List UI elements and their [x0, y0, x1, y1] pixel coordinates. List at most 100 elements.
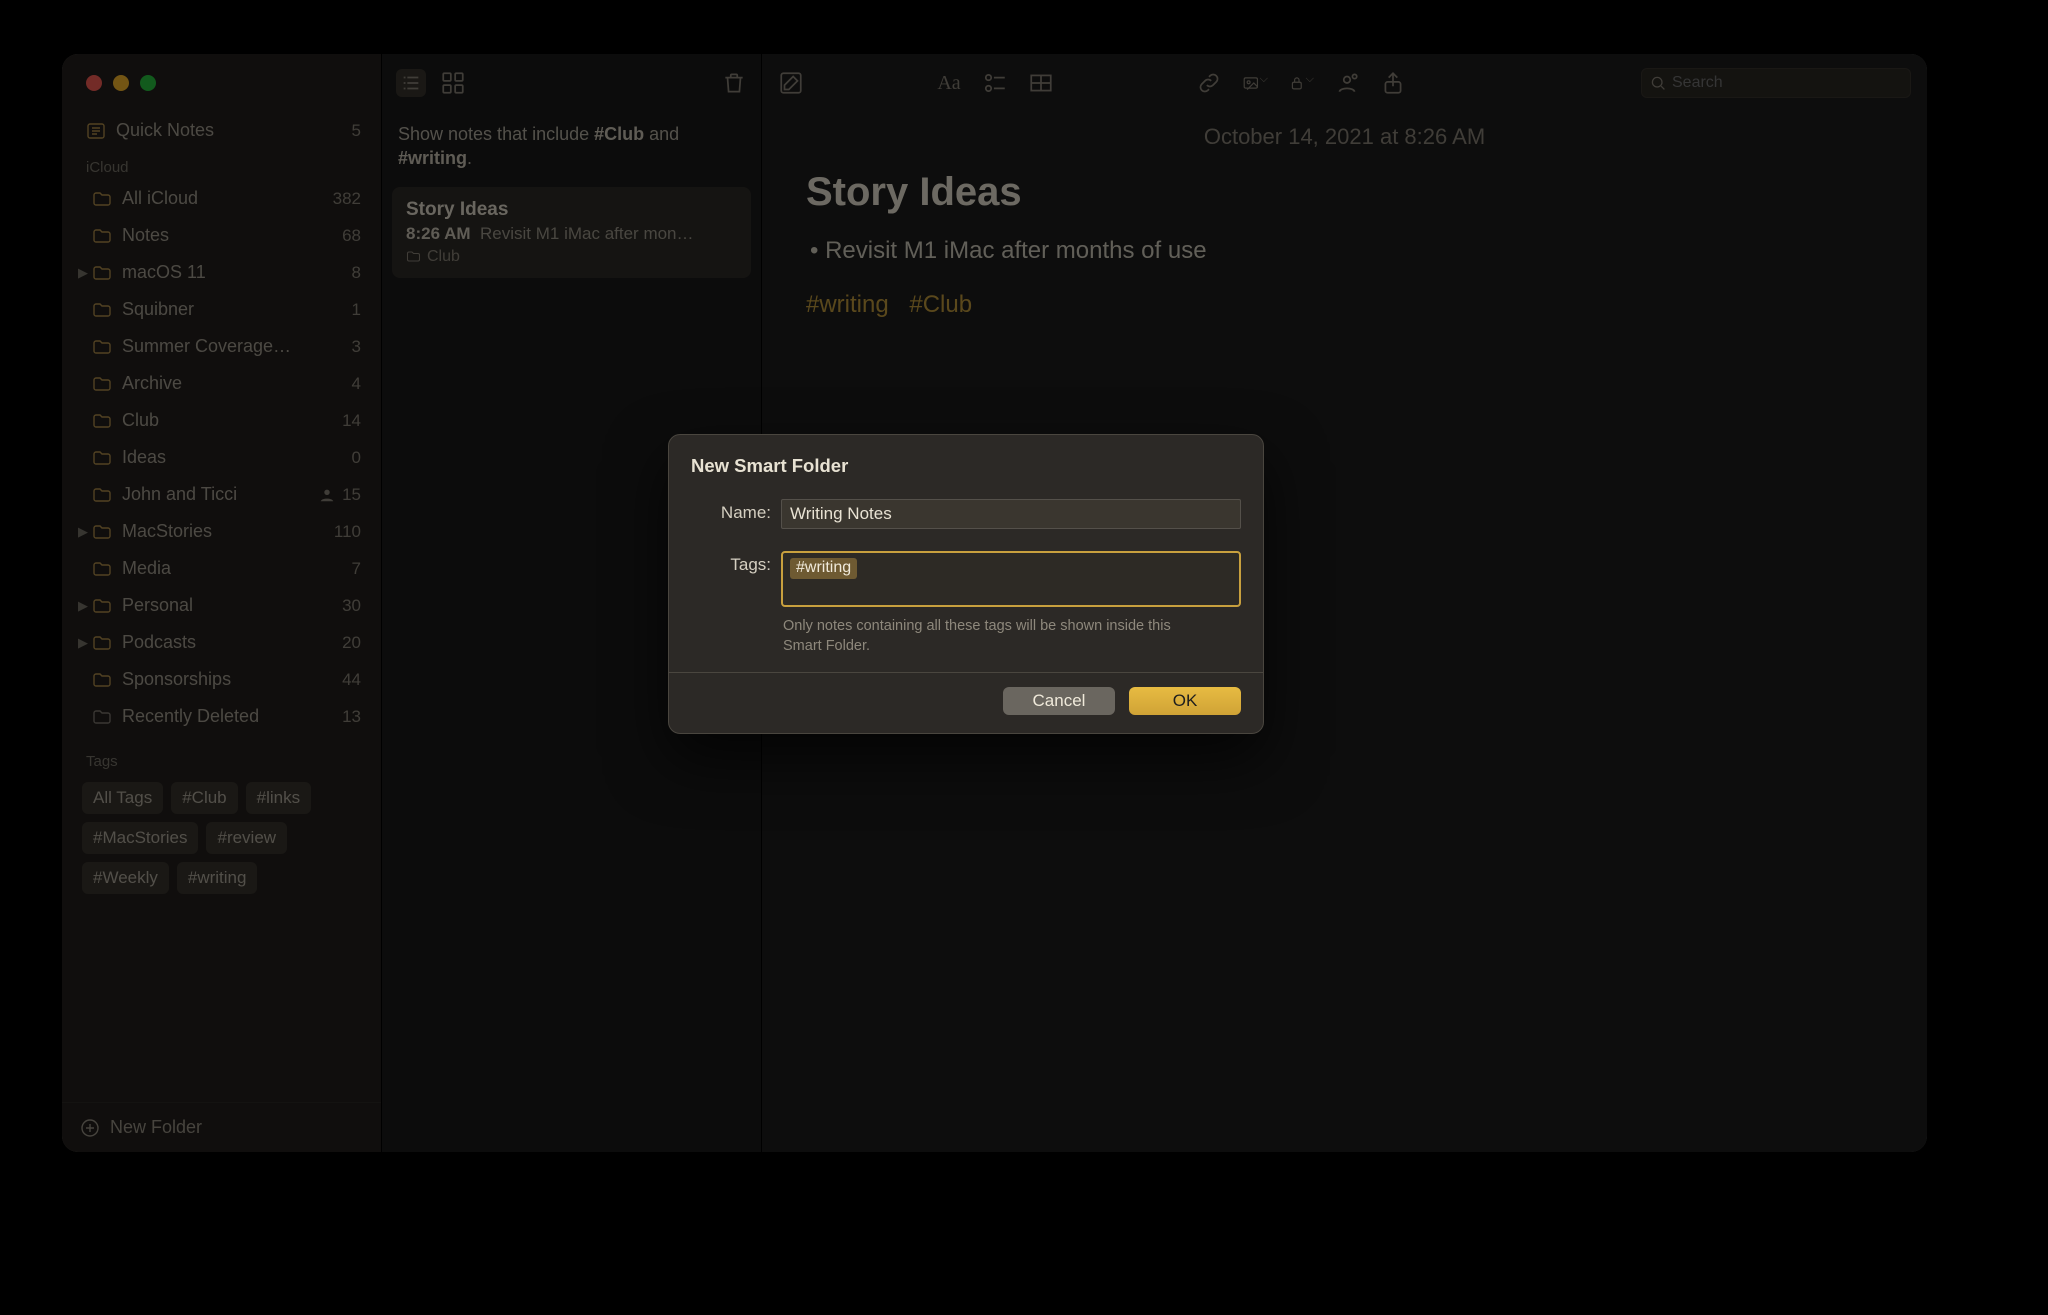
quick-notes-icon: [86, 121, 106, 141]
sidebar-item-personal[interactable]: ▶Personal30: [72, 587, 371, 624]
tag-pill[interactable]: #Club: [171, 782, 237, 814]
sidebar-item-count: 13: [342, 707, 361, 727]
sidebar-item-notes[interactable]: Notes68: [72, 217, 371, 254]
sidebar-item-label: Squibner: [122, 299, 352, 320]
note-title: Story Ideas: [806, 170, 1883, 237]
note-tag[interactable]: #writing: [806, 291, 889, 318]
search-input[interactable]: [1672, 74, 1902, 92]
sidebar-item-label: Recently Deleted: [122, 706, 342, 727]
compose-icon[interactable]: [778, 70, 804, 96]
chevron-right-icon: ▶: [78, 524, 92, 540]
smart-filter-prompt: Show notes that include #Club and #writi…: [382, 112, 761, 187]
window-traffic-lights: [62, 54, 381, 112]
sidebar-item-ideas[interactable]: Ideas0: [72, 439, 371, 476]
close-window-icon[interactable]: [86, 75, 102, 91]
new-smart-folder-dialog: New Smart Folder Name: Tags: #writing On…: [668, 434, 1264, 734]
folder-icon: [92, 559, 112, 579]
table-icon[interactable]: [1028, 70, 1054, 96]
folder-icon: [406, 249, 421, 264]
lock-icon[interactable]: ⌵: [1288, 70, 1314, 96]
grid-view-icon[interactable]: [440, 70, 466, 96]
sidebar-item-sponsorships[interactable]: Sponsorships44: [72, 661, 371, 698]
sidebar-item-summer-coverage-[interactable]: Summer Coverage…3: [72, 328, 371, 365]
plus-circle-icon: [80, 1118, 100, 1138]
folder-icon: [92, 448, 112, 468]
tag-pill[interactable]: All Tags: [82, 782, 163, 814]
sidebar-item-label: Club: [122, 410, 342, 431]
trash-icon[interactable]: [721, 70, 747, 96]
sidebar-item-count: 4: [352, 374, 361, 394]
folder-icon: [92, 337, 112, 357]
sidebar-item-label: Personal: [122, 595, 342, 616]
sidebar-item-count: 1: [352, 300, 361, 320]
note-bullet: Revisit M1 iMac after months of use: [806, 237, 1883, 265]
sidebar-item-label: macOS 11: [122, 262, 352, 283]
tag-pill[interactable]: #MacStories: [82, 822, 198, 854]
sidebar-item-club[interactable]: Club14: [72, 402, 371, 439]
folder-icon: [92, 522, 112, 542]
sidebar-item-all-icloud[interactable]: All iCloud382: [72, 180, 371, 217]
shared-icon: [318, 486, 336, 504]
folder-icon: [92, 189, 112, 209]
name-label: Name:: [691, 499, 771, 523]
sidebar-item-count: 3: [352, 337, 361, 357]
sidebar-item-count: 68: [342, 226, 361, 246]
sidebar-item-count: 110: [334, 522, 361, 542]
search-field[interactable]: [1641, 68, 1911, 98]
share-icon[interactable]: [1380, 70, 1406, 96]
smart-folder-name-input[interactable]: [781, 499, 1241, 529]
sidebar-item-label: All iCloud: [122, 188, 333, 209]
tag-pill[interactable]: #review: [206, 822, 287, 854]
ok-button[interactable]: OK: [1129, 687, 1241, 715]
sidebar-item-count: 382: [333, 189, 361, 209]
tags-label: Tags:: [691, 551, 771, 575]
smart-folder-tags-input[interactable]: #writing: [781, 551, 1241, 607]
sidebar-item-recently-deleted[interactable]: Recently Deleted13: [72, 698, 371, 735]
sidebar-item-podcasts[interactable]: ▶Podcasts20: [72, 624, 371, 661]
dialog-hint: Only notes containing all these tags wil…: [783, 617, 1183, 656]
folder-icon: [92, 374, 112, 394]
sidebar-item-macstories[interactable]: ▶MacStories110: [72, 513, 371, 550]
note-tag[interactable]: #Club: [909, 291, 972, 318]
sidebar-item-count: 0: [352, 448, 361, 468]
sidebar-item-archive[interactable]: Archive4: [72, 365, 371, 402]
folder-icon: [92, 300, 112, 320]
sidebar-item-label: Podcasts: [122, 632, 342, 653]
tag-pill[interactable]: #links: [246, 782, 311, 814]
zoom-window-icon[interactable]: [140, 75, 156, 91]
sidebar-item-label: Sponsorships: [122, 669, 342, 690]
tag-pill[interactable]: #Weekly: [82, 862, 169, 894]
sidebar-section-icloud[interactable]: iCloud: [72, 149, 371, 180]
sidebar-item-media[interactable]: Media7: [72, 550, 371, 587]
sidebar-item-label: John and Ticci: [122, 484, 318, 505]
sidebar-item-squibner[interactable]: Squibner1: [72, 291, 371, 328]
sidebar-item-label: Quick Notes: [116, 120, 352, 141]
folder-icon: [92, 226, 112, 246]
sidebar-item-john-and-ticci[interactable]: John and Ticci15: [72, 476, 371, 513]
cancel-button[interactable]: Cancel: [1003, 687, 1115, 715]
dialog-heading: New Smart Folder: [691, 455, 1241, 477]
sidebar-item-macos-11[interactable]: ▶macOS 118: [72, 254, 371, 291]
checklist-icon[interactable]: [982, 70, 1008, 96]
note-card-meta: 8:26 AM Revisit M1 iMac after mon…: [406, 224, 737, 244]
new-folder-button[interactable]: New Folder: [62, 1102, 381, 1152]
note-card-title: Story Ideas: [406, 199, 737, 221]
note-card[interactable]: Story Ideas 8:26 AM Revisit M1 iMac afte…: [392, 187, 751, 278]
sidebar-quick-notes[interactable]: Quick Notes 5: [72, 112, 371, 149]
folder-icon: [92, 411, 112, 431]
minimize-window-icon[interactable]: [113, 75, 129, 91]
tag-pill[interactable]: #writing: [177, 862, 258, 894]
format-text-icon[interactable]: Aa: [936, 70, 962, 96]
chevron-right-icon: ▶: [78, 265, 92, 281]
sidebar-item-count: 44: [342, 670, 361, 690]
sidebar: Quick Notes 5 iCloud All iCloud382Notes6…: [62, 54, 382, 1152]
note-date: October 14, 2021 at 8:26 AM: [806, 124, 1883, 170]
sidebar-item-label: Notes: [122, 225, 342, 246]
collaborate-icon[interactable]: [1334, 70, 1360, 96]
link-icon[interactable]: [1196, 70, 1222, 96]
sidebar-item-count: 20: [342, 633, 361, 653]
tag-token[interactable]: #writing: [790, 558, 857, 579]
list-view-icon[interactable]: [396, 69, 426, 97]
media-icon[interactable]: ⌵: [1242, 70, 1268, 96]
folder-icon: [92, 263, 112, 283]
